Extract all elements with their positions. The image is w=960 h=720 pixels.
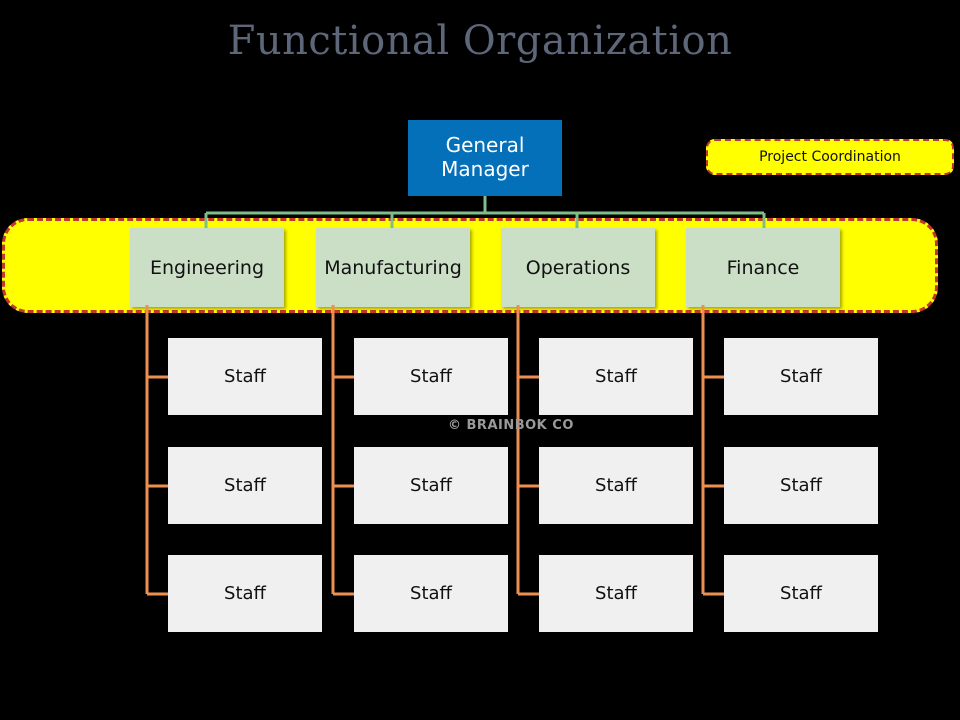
staff-label: Staff [224,475,266,496]
staff-label: Staff [780,475,822,496]
department-label: Manufacturing [324,256,462,279]
staff-box[interactable]: Staff [354,338,508,415]
staff-box[interactable]: Staff [354,447,508,524]
department-label: Operations [525,256,631,279]
department-label: Engineering [150,256,264,279]
staff-label: Staff [595,583,637,604]
department-label: Finance [726,256,800,279]
staff-box[interactable]: Staff [724,447,878,524]
staff-box[interactable]: Staff [539,555,693,632]
department-box-finance[interactable]: Finance [686,228,840,307]
staff-box[interactable]: Staff [168,447,322,524]
staff-label: Staff [224,583,266,604]
staff-label: Staff [780,583,822,604]
page-title: Functional Organization [227,18,733,64]
staff-box[interactable]: Staff [354,555,508,632]
org-chart-canvas: Functional Organization Project Coordina… [0,0,960,720]
staff-box[interactable]: Staff [724,338,878,415]
department-box-operations[interactable]: Operations [501,228,655,307]
general-manager-label-line1: General [445,133,525,158]
project-coordination-legend-label: Project Coordination [759,149,901,165]
project-coordination-legend: Project Coordination [706,139,954,175]
staff-box[interactable]: Staff [724,555,878,632]
staff-box[interactable]: Staff [168,338,322,415]
staff-box[interactable]: Staff [539,447,693,524]
staff-box[interactable]: Staff [539,338,693,415]
department-box-manufacturing[interactable]: Manufacturing [316,228,470,307]
department-box-engineering[interactable]: Engineering [130,228,284,307]
general-manager-box[interactable]: General Manager [408,120,562,196]
staff-label: Staff [410,366,452,387]
staff-label: Staff [595,475,637,496]
general-manager-label-line2: Manager [441,157,529,181]
staff-label: Staff [595,366,637,387]
staff-label: Staff [410,475,452,496]
staff-label: Staff [410,583,452,604]
staff-box[interactable]: Staff [168,555,322,632]
watermark: © BRAINBOK CO [448,418,574,433]
staff-label: Staff [224,366,266,387]
staff-label: Staff [780,366,822,387]
